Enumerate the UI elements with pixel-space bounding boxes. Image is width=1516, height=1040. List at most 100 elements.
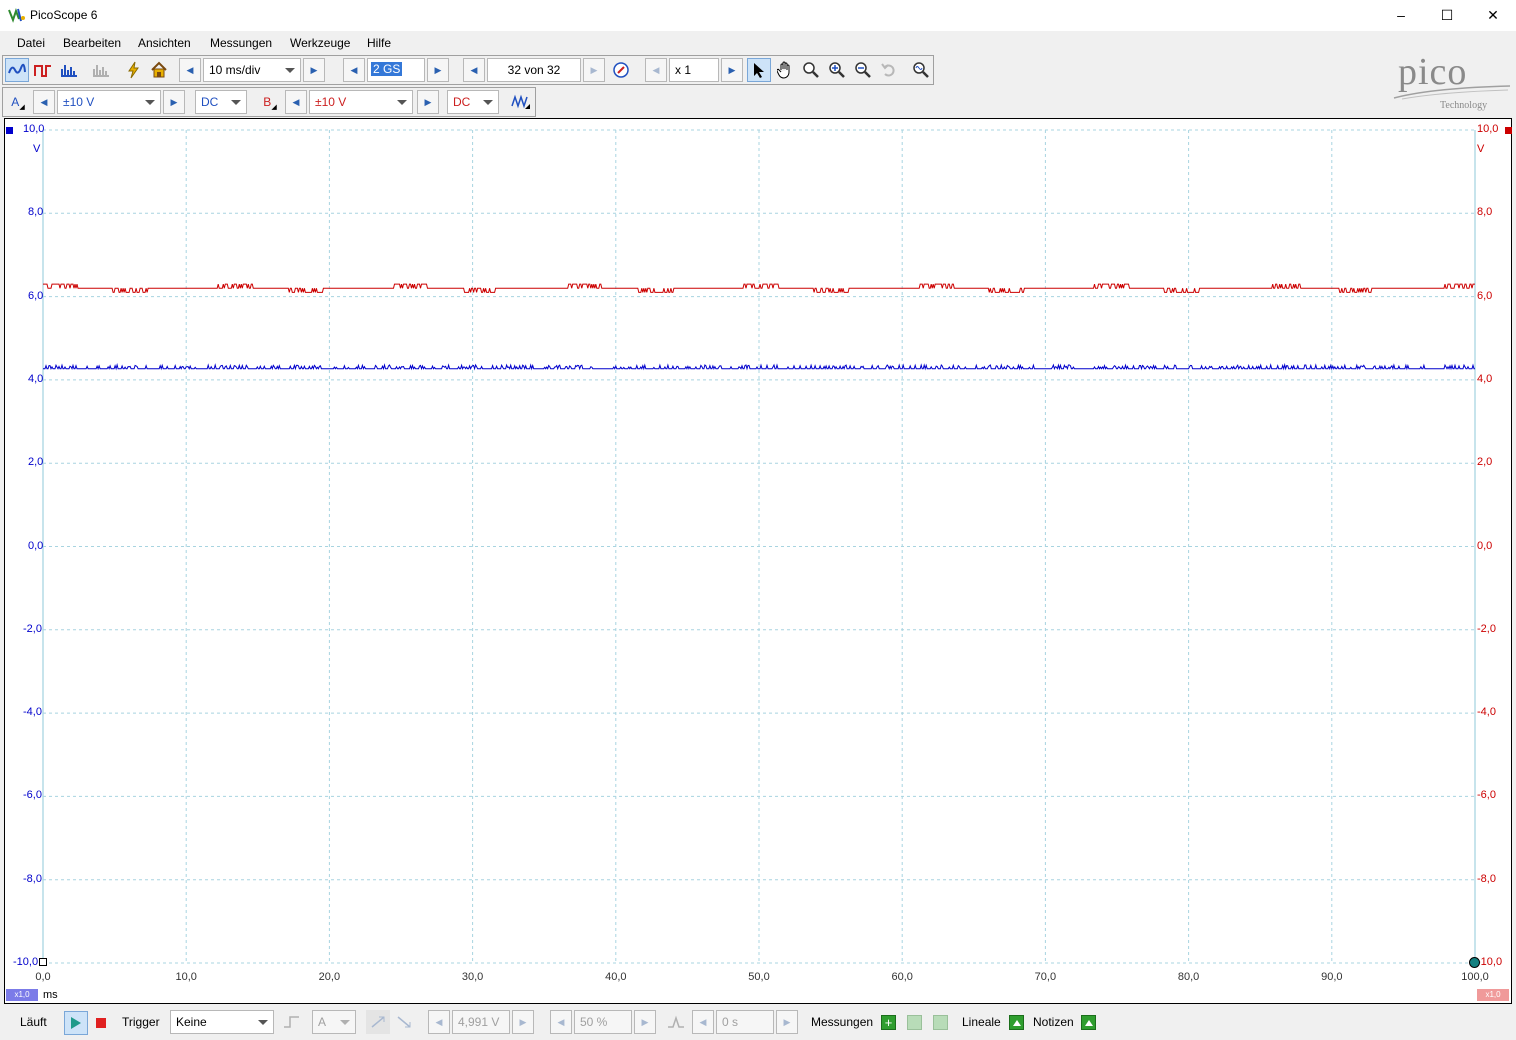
status-bar: Läuft Trigger Keine A ◀ 4,991 V ▶ ◀ 50 %… xyxy=(0,1006,1516,1040)
y-tick-label-right: 2,0 xyxy=(1477,456,1493,469)
zoom-out-icon[interactable] xyxy=(851,58,875,82)
buffer-navigator-icon[interactable] xyxy=(609,58,633,82)
app-icon xyxy=(8,8,25,23)
maximize-button[interactable]: ☐ xyxy=(1424,0,1470,31)
stop-button[interactable] xyxy=(96,1018,106,1028)
buffer-prev-button[interactable]: ◀ xyxy=(463,58,485,82)
samples-next-button[interactable]: ▶ xyxy=(427,58,449,82)
run-status-label: Läuft xyxy=(20,1015,47,1029)
y-tick-label-right: -10,0 xyxy=(1477,956,1503,968)
channel-b-axis-marker[interactable] xyxy=(1505,127,1512,134)
minimize-button[interactable]: – xyxy=(1378,0,1424,31)
persistence-mode-icon[interactable] xyxy=(31,58,55,82)
channel-a-range-prev-button[interactable]: ◀ xyxy=(33,90,55,114)
y-tick-label-left: 10,0 xyxy=(23,123,45,135)
zoom-overview-icon[interactable] xyxy=(909,58,933,82)
channel-a-coupling-combo[interactable]: DC xyxy=(195,90,247,114)
hand-tool-icon[interactable] xyxy=(773,58,797,82)
logo-subtitle: Technology xyxy=(1440,100,1488,111)
zoom-prev-button[interactable]: ◀ xyxy=(645,58,667,82)
samples-value: 2 GS xyxy=(371,62,403,76)
channel-b-range-combo[interactable]: ±10 V xyxy=(309,90,413,114)
title-bar: PicoScope 6 – ☐ ✕ xyxy=(0,0,1516,31)
close-button[interactable]: ✕ xyxy=(1470,0,1516,31)
spectrum-mode-icon[interactable] xyxy=(57,58,81,82)
window-title: PicoScope 6 xyxy=(30,8,98,22)
menu-bar: Datei Bearbeiten Ansichten Messungen Wer… xyxy=(0,32,1516,52)
channel-b-options-button[interactable]: B ◢ xyxy=(257,90,283,114)
home-icon[interactable] xyxy=(147,58,171,82)
zoom-next-button[interactable]: ▶ xyxy=(721,58,743,82)
trigger-marker-icon[interactable] xyxy=(39,958,47,966)
y-tick-label-left: -6,0 xyxy=(23,789,42,802)
y-tick-label-left: -10,0 xyxy=(13,956,39,968)
channel-a-axis-marker[interactable] xyxy=(6,127,13,134)
x-tick-label: 60,0 xyxy=(891,971,913,983)
notes-toggle-icon[interactable] xyxy=(1081,1015,1096,1030)
y-tick-label-left: 6,0 xyxy=(28,289,44,302)
trigger-channel-value: A xyxy=(318,1015,327,1029)
buffer-field: 32 von 32 xyxy=(487,58,581,82)
channel-a-range-next-button[interactable]: ▶ xyxy=(163,90,185,114)
x-unit: ms xyxy=(43,989,58,1001)
play-icon xyxy=(71,1017,81,1029)
timebase-value: 10 ms/div xyxy=(209,63,261,77)
chevron-down-icon xyxy=(285,68,295,73)
y-tick-label-left: 4,0 xyxy=(28,372,44,385)
trigger-label: Trigger xyxy=(122,1015,160,1029)
edit-measurement-icon xyxy=(933,1015,948,1030)
signal-generator-icon[interactable] xyxy=(509,90,533,114)
channel-toolbar: A ◢ ◀ ±10 V ▶ DC B ◢ ◀ ±10 V ▶ DC xyxy=(2,87,536,117)
channel-a-range-value: ±10 V xyxy=(63,95,95,109)
menu-bearbeiten[interactable]: Bearbeiten xyxy=(63,36,121,50)
menu-werkzeuge[interactable]: Werkzeuge xyxy=(290,36,350,50)
zoom-in-icon[interactable] xyxy=(825,58,849,82)
trigger-mode-combo[interactable]: Keine xyxy=(170,1010,274,1034)
y-tick-label-left: -2,0 xyxy=(23,622,42,635)
falling-edge-icon xyxy=(392,1010,416,1034)
trigger-type-icon xyxy=(280,1010,304,1034)
y-tick-label-left: 8,0 xyxy=(28,206,44,219)
timebase-prev-button[interactable]: ◀ xyxy=(179,58,201,82)
time-ruler-handle-icon[interactable] xyxy=(1469,957,1480,968)
zoom-tool-icon[interactable] xyxy=(799,58,823,82)
samples-field[interactable]: 2 GS xyxy=(367,58,425,82)
start-button[interactable] xyxy=(64,1011,88,1035)
channel-b-trace xyxy=(43,283,1475,293)
rulers-toggle-icon[interactable] xyxy=(1009,1015,1024,1030)
channel-a-scale-badge[interactable]: x1,0 xyxy=(6,989,38,1001)
menu-messungen[interactable]: Messungen xyxy=(210,36,272,50)
scope-plot[interactable] xyxy=(5,119,1511,1003)
channel-b-range-next-button[interactable]: ▶ xyxy=(417,90,439,114)
trigger-mode-value: Keine xyxy=(176,1015,207,1029)
scope-view[interactable]: 10,0 8,0 6,0 4,0 2,0 0,0 -2,0 -4,0 -6,0 -8,0 -10,0… xyxy=(4,118,1512,1004)
menu-hilfe[interactable]: Hilfe xyxy=(367,36,391,50)
channel-b-scale-badge[interactable]: x1,0 xyxy=(1477,989,1509,1001)
add-measurement-icon[interactable]: + xyxy=(881,1015,896,1030)
pointer-tool-icon[interactable] xyxy=(747,58,771,82)
y-tick-label-right: 0,0 xyxy=(1477,539,1493,552)
y-unit-left: V xyxy=(33,143,41,155)
y-tick-label-left: 2,0 xyxy=(28,456,44,469)
channel-b-coupling-combo[interactable]: DC xyxy=(447,90,499,114)
buffer-next-button[interactable]: ▶ xyxy=(583,58,605,82)
channel-a-range-combo[interactable]: ±10 V xyxy=(57,90,161,114)
delay-field: 0 s xyxy=(716,1010,774,1034)
channel-a-options-button[interactable]: A ◢ xyxy=(5,90,31,114)
remove-measurement-icon xyxy=(907,1015,922,1030)
zoom-field: x 1 xyxy=(669,58,719,82)
chevron-down-icon xyxy=(145,100,155,105)
timebase-combo[interactable]: 10 ms/div xyxy=(203,58,301,82)
y-tick-label-right: -8,0 xyxy=(1477,872,1496,885)
timebase-next-button[interactable]: ▶ xyxy=(303,58,325,82)
delay-prev-button: ◀ xyxy=(692,1010,714,1034)
channel-b-range-prev-button[interactable]: ◀ xyxy=(285,90,307,114)
samples-prev-button[interactable]: ◀ xyxy=(343,58,365,82)
scope-mode-icon[interactable] xyxy=(5,58,29,82)
menu-datei[interactable]: Datei xyxy=(17,36,45,50)
x-tick-label: 80,0 xyxy=(1177,971,1200,983)
auto-setup-icon[interactable] xyxy=(121,58,145,82)
channel-b-coupling-value: DC xyxy=(453,95,471,109)
x-tick-label: 90,0 xyxy=(1321,971,1343,983)
menu-ansichten[interactable]: Ansichten xyxy=(138,36,191,50)
